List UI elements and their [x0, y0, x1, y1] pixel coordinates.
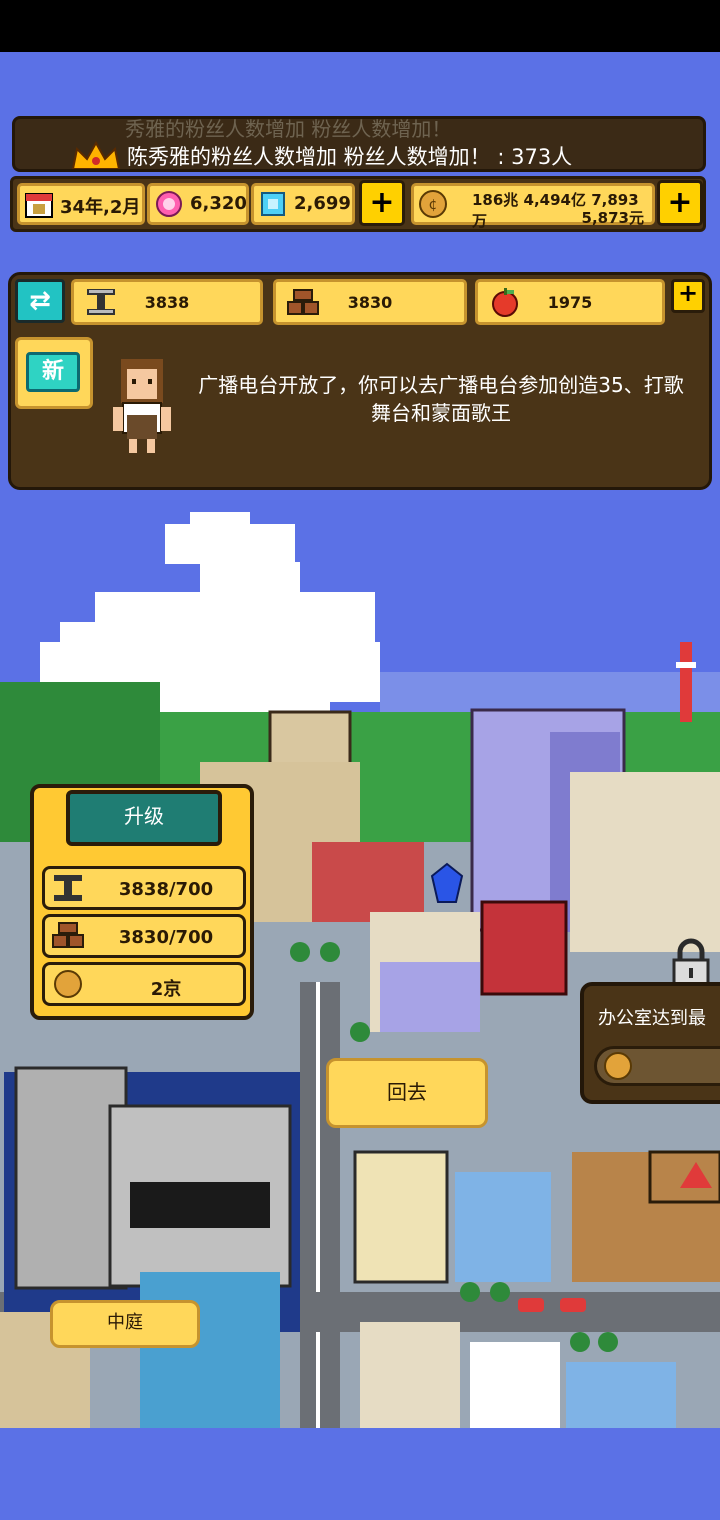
swap-button[interactable]: ⇄ — [15, 279, 65, 323]
add-materials-button[interactable]: + — [671, 279, 705, 313]
add-money-button[interactable]: + — [657, 180, 703, 226]
iron-value: 3838 — [144, 293, 190, 312]
office-progress-bar — [594, 1046, 720, 1086]
brick-value: 3830 — [347, 293, 393, 312]
plus-icon: + — [369, 185, 395, 220]
plus-icon: + — [667, 185, 693, 220]
apple-value: 1975 — [547, 293, 593, 312]
coin-requirement-value: 2京 — [150, 979, 182, 1000]
ticker-message: 陈秀雅的粉丝人数增加 粉丝人数增加！ : 373人 — [127, 145, 573, 169]
brick-icon — [52, 922, 84, 948]
notice-message: 广播电台开放了，你可以去广播电台参加创造35、打歌舞台和蒙面歌王 — [198, 373, 684, 425]
new-notice-badge[interactable]: 新 — [15, 337, 93, 409]
crown-icon — [71, 141, 121, 169]
news-ticker: 秀雅的粉丝人数增加 粉丝人数增加！ 陈秀雅的粉丝人数增加 粉丝人数增加！ : 3… — [12, 116, 706, 172]
blue-gem-value: 2,699 — [294, 193, 351, 214]
add-gems-button[interactable]: + — [359, 180, 405, 226]
iron-counter: 3838 — [71, 279, 263, 325]
coin-icon — [604, 1052, 632, 1080]
coin-icon: ¢ — [419, 190, 447, 218]
pink-gem-counter[interactable]: 6,320 — [147, 183, 249, 225]
brick-counter: 3830 — [273, 279, 467, 325]
blue-gem-counter[interactable]: 2,699 — [251, 183, 355, 225]
date-text: 34年,2月 — [60, 197, 141, 218]
courtyard-button[interactable]: 中庭 — [50, 1300, 200, 1348]
new-label: 新 — [26, 352, 80, 392]
ticker-faded-text: 秀雅的粉丝人数增加 粉丝人数增加！ — [125, 117, 452, 141]
money-line-2: 5,873元 — [581, 209, 644, 227]
brick-requirement-value: 3830/700 — [118, 927, 214, 948]
pink-gem-value: 6,320 — [190, 193, 247, 214]
money-counter: ¢ 186兆 4,494亿 7,893万 5,873元 — [411, 183, 655, 230]
secretary-character — [113, 359, 171, 453]
upgrade-button[interactable]: 升级 — [66, 790, 222, 846]
back-button[interactable]: 回去 — [326, 1058, 488, 1128]
diamond-icon — [261, 192, 285, 216]
upgrade-popup: 升级 3838/700 3830/700 2京 — [30, 784, 254, 1020]
apple-counter: 1975 — [475, 279, 665, 325]
bottom-area — [0, 1428, 720, 1520]
coin-requirement: 2京 — [42, 962, 246, 1006]
iron-requirement: 3838/700 — [42, 866, 246, 910]
iron-requirement-value: 3838/700 — [118, 879, 214, 900]
office-text: 办公室达到最 — [598, 1008, 706, 1029]
status-bar — [0, 0, 720, 52]
iron-beam-icon — [54, 875, 82, 901]
plus-icon: + — [677, 279, 699, 307]
resource-bar: 34年,2月 6,320 2,699 + ¢ 186兆 4,494亿 7,893… — [10, 176, 706, 232]
svg-text:¢: ¢ — [429, 197, 438, 213]
pink-gem-icon — [156, 191, 182, 217]
info-panel: ⇄ 3838 3830 1975 + 新 广播电台开放了，你可以去广播电台参加创… — [8, 272, 712, 490]
coin-icon — [54, 970, 82, 998]
date-display: 34年,2月 — [17, 183, 145, 225]
office-locked-panel[interactable]: 办公室达到最 — [580, 982, 720, 1104]
swap-icon: ⇄ — [29, 286, 51, 316]
lock-icon — [672, 938, 710, 988]
calendar-icon — [25, 193, 53, 218]
brick-requirement: 3830/700 — [42, 914, 246, 958]
